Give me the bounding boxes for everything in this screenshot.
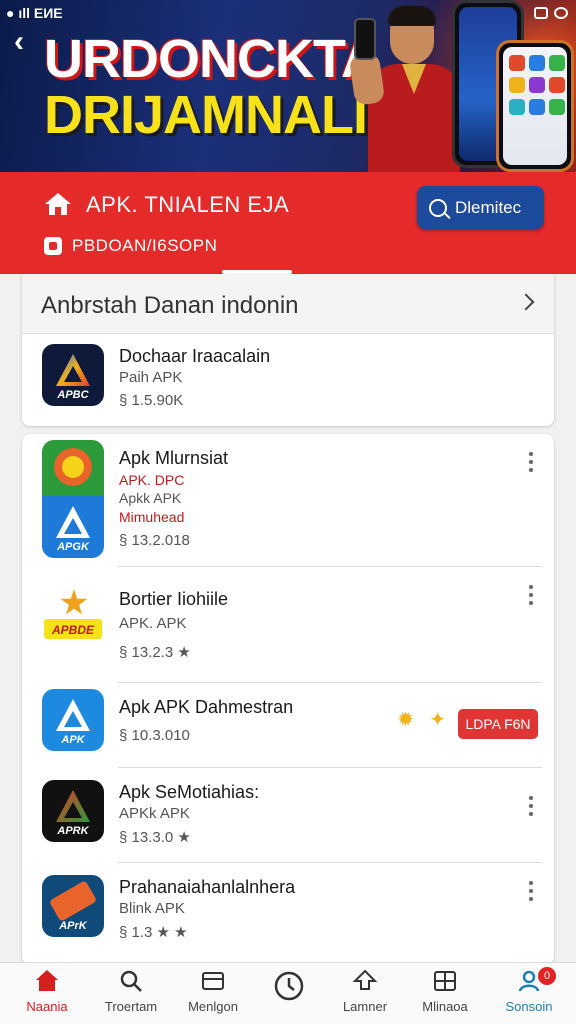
- clock-icon: [274, 971, 304, 1001]
- app-meta: § 1.3 ★ ★: [119, 924, 188, 941]
- store-name: APK. TNIALEN EJA: [86, 192, 290, 217]
- app-meta: § 10.3.010: [119, 727, 190, 744]
- app-name: Bortier Iiohiile: [119, 589, 229, 609]
- star-icon: ✦: [429, 709, 446, 731]
- list-item[interactable]: APBDE Bortier Iiohiile APK. APK § 13.2.3…: [22, 567, 554, 683]
- window-icon: [202, 972, 224, 990]
- app-name: Apk Mlurnsiat: [119, 448, 229, 468]
- app-icon: APrK: [42, 875, 104, 937]
- app-icon: [42, 440, 104, 496]
- banner-title-line2: DRIJAMNALI: [44, 85, 368, 145]
- app-line: APKk APK: [119, 805, 190, 822]
- nav-item-upload[interactable]: Lamner: [324, 963, 406, 1024]
- app-meta: § 1.5.90K: [119, 392, 184, 409]
- clock-status-icon: [554, 7, 568, 19]
- app-icon: APRK: [42, 780, 104, 842]
- more-options-icon[interactable]: [528, 796, 534, 816]
- store-subtitle: PBDOAN/I6SOPN: [72, 236, 218, 255]
- app-name: Apk SeMotiahias:: [119, 782, 260, 802]
- app-icon: APK: [42, 689, 104, 751]
- app-line: Blink APK: [119, 900, 185, 917]
- app-icon: APBC: [42, 344, 104, 406]
- nav-item-home[interactable]: Naania: [6, 963, 88, 1024]
- promo-banner[interactable]: ● ıll ЕИЕ ‹ URDONCKTA DRIJAMNALI: [0, 0, 576, 172]
- badge-icon: [44, 237, 62, 255]
- open-app-button[interactable]: LDPA F6N: [458, 709, 538, 739]
- back-arrow-icon[interactable]: ‹: [14, 27, 24, 57]
- more-options-icon[interactable]: [528, 452, 534, 472]
- download-button-label: Dlemitec: [455, 197, 522, 217]
- home-icon[interactable]: [44, 192, 72, 216]
- more-options-icon[interactable]: [528, 881, 534, 901]
- app-meta: § 13.2.3 ★: [119, 644, 191, 661]
- app-icon: APBDE: [42, 585, 104, 647]
- nav-item-profile[interactable]: 0 Sonsoin: [488, 963, 570, 1024]
- home-icon: [36, 970, 58, 991]
- app-store-screen: ● ıll ЕИЕ ‹ URDONCKTA DRIJAMNALI APK. TN…: [0, 0, 576, 1024]
- search-download-button[interactable]: Dlemitec: [417, 186, 544, 229]
- app-icon-secondary: APGK: [42, 496, 104, 558]
- bottom-navigation: Naania Troertam Menlgon Lamner Mlinaoa 0…: [0, 962, 576, 1024]
- star-icon: ✹: [397, 709, 414, 731]
- notification-badge: 0: [538, 967, 556, 985]
- app-name: Apk APK Dahmestran: [119, 697, 294, 717]
- nav-item-history[interactable]: [248, 963, 330, 1024]
- chevron-right-icon[interactable]: [517, 293, 535, 311]
- section-header[interactable]: Anbrstah Danan indonin: [22, 274, 554, 334]
- app-meta: § 13.3.0 ★: [119, 829, 191, 846]
- app-line: APK. DPC: [119, 472, 185, 488]
- section-title: Anbrstah Danan indonin: [41, 292, 299, 319]
- app-line: Apkk APK: [119, 490, 182, 506]
- nav-item-grid[interactable]: Mlinaoa: [404, 963, 486, 1024]
- app-name: Dochaar Iraacalain: [119, 346, 271, 366]
- app-list-card: APGK Apk Mlurnsiat APK. DPC Apkk APK Mim…: [22, 434, 554, 964]
- featured-card: Anbrstah Danan indonin APBC Dochaar Iraa…: [22, 274, 554, 426]
- list-item[interactable]: APK Apk APK Dahmestran § 10.3.010 ✹ ✦ LD…: [22, 683, 554, 768]
- banner-title-line1: URDONCKTA: [44, 29, 380, 89]
- app-meta: § 13.2.018: [119, 532, 190, 549]
- featured-app-row[interactable]: APBC Dochaar Iraacalain Paih APK § 1.5.9…: [22, 334, 554, 426]
- nav-item-search[interactable]: Troertam: [90, 963, 172, 1024]
- cast-icon: [534, 7, 548, 19]
- search-icon: [429, 198, 447, 217]
- search-icon: [120, 970, 142, 992]
- more-options-icon[interactable]: [528, 585, 534, 605]
- list-item[interactable]: APGK Apk Mlurnsiat APK. DPC Apkk APK Mim…: [22, 434, 554, 567]
- app-name: Prahanaiahanlalnhera: [119, 877, 296, 897]
- app-type: Paih APK: [119, 369, 183, 386]
- app-line: Mimuhead: [119, 509, 185, 525]
- status-left-text: ● ıll ЕИЕ: [6, 5, 63, 21]
- banner-person-image: [348, 6, 460, 172]
- grid-icon: [434, 971, 456, 991]
- list-item[interactable]: APRK Apk SeMotiahias: APKk APK § 13.3.0 …: [22, 768, 554, 863]
- app-line: APK. APK: [119, 615, 187, 632]
- banner-phone-image-2: [496, 40, 574, 172]
- list-item[interactable]: APrK Prahanaiahanlalnhera Blink APK § 1.…: [22, 863, 554, 958]
- nav-item-window[interactable]: Menlgon: [172, 963, 254, 1024]
- upload-icon: [353, 969, 377, 990]
